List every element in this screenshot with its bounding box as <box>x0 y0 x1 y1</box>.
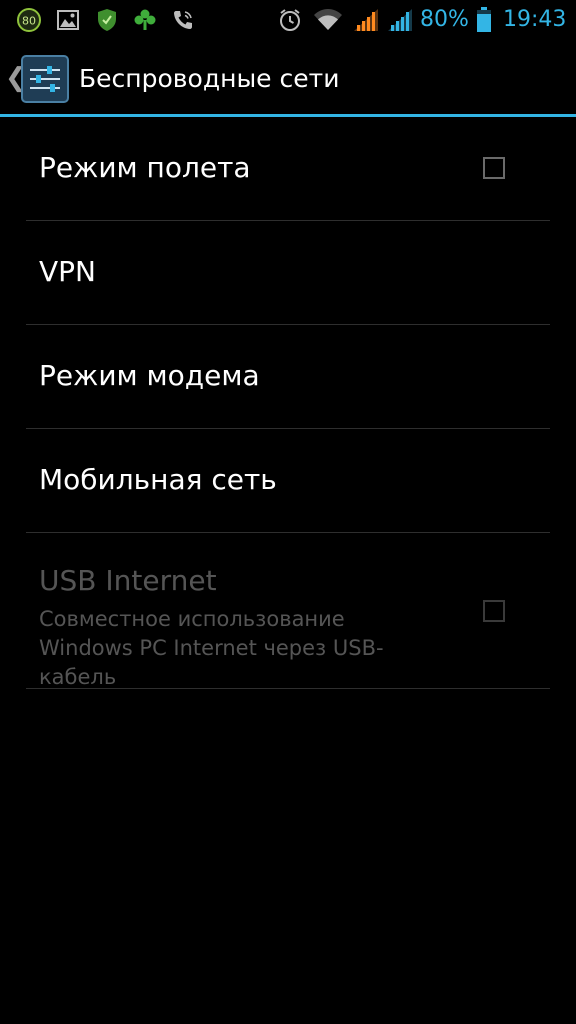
page-title: Беспроводные сети <box>79 64 340 93</box>
clock: 19:43 <box>503 7 567 32</box>
airplane-mode-row[interactable]: Режим полета <box>26 117 550 221</box>
action-bar: ❮ Беспроводные сети <box>0 40 576 116</box>
usb-internet-row: USB Internet Совместное использование Wi… <box>26 533 550 689</box>
settings-sliders-icon[interactable] <box>21 55 69 103</box>
settings-list: Режим полета VPN Режим модема Мобильная … <box>26 117 550 689</box>
gallery-icon <box>55 7 81 33</box>
wifi-icon <box>313 7 343 33</box>
badge-80-text: 80 <box>22 15 36 28</box>
mobile-network-title: Мобильная сеть <box>39 463 277 496</box>
vpn-row[interactable]: VPN <box>26 221 550 325</box>
battery-percent: 80% <box>420 7 469 32</box>
battery-icon <box>475 7 493 33</box>
airplane-mode-title: Режим полета <box>39 151 251 184</box>
phone-call-icon <box>170 7 196 33</box>
usb-internet-checkbox <box>483 600 505 622</box>
shield-icon <box>94 7 120 33</box>
alarm-icon <box>277 7 303 33</box>
tethering-row[interactable]: Режим модема <box>26 325 550 429</box>
badge-80-icon: 80 <box>15 7 43 33</box>
mobile-network-row[interactable]: Мобильная сеть <box>26 429 550 533</box>
tethering-title: Режим модема <box>39 359 260 392</box>
signal-icon <box>352 7 380 33</box>
vpn-title: VPN <box>39 255 96 288</box>
usb-internet-summary: Совместное использование Windows PC Inte… <box>39 607 384 689</box>
airplane-mode-checkbox[interactable] <box>483 157 505 179</box>
usb-internet-title: USB Internet <box>39 564 217 597</box>
signal-icon <box>386 7 414 33</box>
status-bar: 80 80% 19:43 <box>0 0 576 40</box>
clover-icon <box>132 7 158 33</box>
